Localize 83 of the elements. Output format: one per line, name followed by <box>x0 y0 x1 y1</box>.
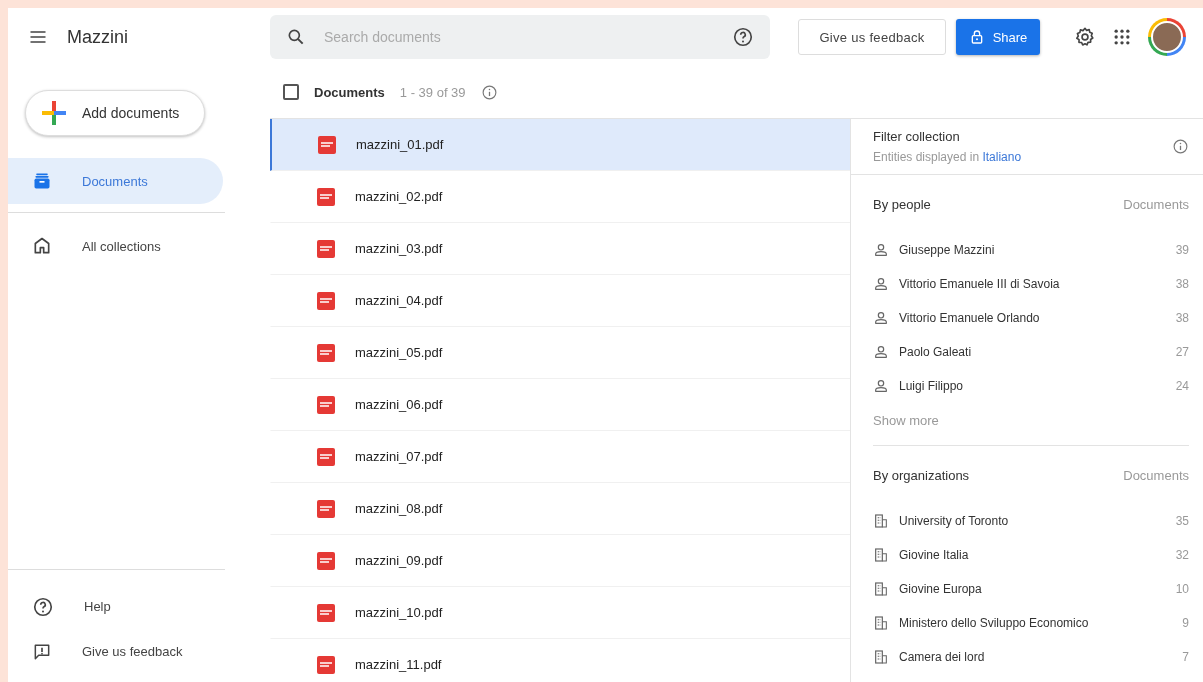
entity-name[interactable]: Giuseppe Mazzini <box>899 243 1166 257</box>
apps-grid-icon[interactable] <box>1112 27 1132 47</box>
document-count: 9 <box>1182 616 1189 630</box>
pdf-file-icon <box>317 187 335 206</box>
document-row[interactable]: mazzini_08.pdf <box>270 483 850 535</box>
document-count: 35 <box>1175 514 1189 528</box>
app-title: Mazzini <box>67 26 128 48</box>
document-count: 32 <box>1175 548 1189 562</box>
person-icon <box>873 378 889 394</box>
pdf-file-icon <box>317 395 335 414</box>
add-documents-button[interactable]: Add documents <box>25 90 205 136</box>
building-icon <box>873 513 889 529</box>
sidebar-item[interactable]: All collections <box>8 223 198 269</box>
entity-name[interactable]: Paolo Galeati <box>899 345 1166 359</box>
document-row[interactable]: mazzini_02.pdf <box>270 171 850 223</box>
column-label: Documents <box>1123 196 1189 212</box>
document-row[interactable]: mazzini_01.pdf <box>270 119 850 171</box>
avatar[interactable] <box>1148 18 1186 56</box>
entity-name[interactable]: Giovine Europa <box>899 582 1166 596</box>
document-count: 7 <box>1182 650 1189 664</box>
entity-name[interactable]: Luigi Filippo <box>899 379 1166 393</box>
sidebar-link[interactable]: Help <box>8 584 225 629</box>
document-row[interactable]: mazzini_07.pdf <box>270 431 850 483</box>
person-icon <box>873 310 889 326</box>
pdf-file-icon <box>317 655 335 674</box>
pdf-file-icon <box>317 499 335 518</box>
pdf-file-icon <box>317 551 335 570</box>
info-icon[interactable] <box>1172 138 1189 155</box>
pdf-file-icon <box>318 135 336 154</box>
document-row[interactable]: mazzini_06.pdf <box>270 379 850 431</box>
document-count: 27 <box>1175 345 1189 359</box>
entity-name[interactable]: Ministero dello Sviluppo Economico <box>899 616 1173 630</box>
search-input[interactable]: Search documents <box>322 28 716 46</box>
document-count: 1 - 39 of 39 <box>399 84 466 100</box>
building-icon <box>873 615 889 631</box>
sidebar-item[interactable]: Documents <box>8 158 223 204</box>
section-title: By organizations <box>873 467 970 483</box>
entity-name[interactable]: University of Toronto <box>899 514 1166 528</box>
building-icon <box>873 547 889 563</box>
search-field[interactable]: Search documents <box>270 15 770 59</box>
select-all-checkbox[interactable] <box>283 84 299 100</box>
entity-name[interactable]: Camera dei lord <box>899 650 1173 664</box>
document-row[interactable]: mazzini_05.pdf <box>270 327 850 379</box>
document-count: 39 <box>1175 243 1189 257</box>
panel-subtitle: Entities displayed in Italiano <box>873 150 1022 164</box>
entity-name[interactable]: Vittorio Emanuele Orlando <box>899 311 1166 325</box>
language-link[interactable]: Italiano <box>982 150 1022 164</box>
document-row[interactable]: mazzini_11.pdf <box>270 639 850 682</box>
document-row[interactable]: mazzini_03.pdf <box>270 223 850 275</box>
column-label: Documents <box>1123 467 1189 483</box>
pdf-file-icon <box>317 447 335 466</box>
info-icon[interactable] <box>480 83 498 101</box>
feedback-button[interactable]: Give us feedback <box>798 19 946 55</box>
section-title: By people <box>873 196 931 212</box>
document-row[interactable]: mazzini_10.pdf <box>270 587 850 639</box>
entity-name[interactable]: Giovine Italia <box>899 548 1166 562</box>
panel-title: Filter collection <box>873 129 961 144</box>
share-button[interactable]: Share <box>956 19 1040 55</box>
search-icon <box>286 27 306 47</box>
document-count: 38 <box>1175 277 1189 291</box>
entity-name[interactable]: Vittorio Emanuele III di Savoia <box>899 277 1166 291</box>
document-count: 10 <box>1175 582 1189 596</box>
plus-icon <box>40 99 68 127</box>
document-count: 24 <box>1175 379 1189 393</box>
archive-box-icon <box>32 171 52 191</box>
pdf-file-icon <box>317 239 335 258</box>
person-icon <box>873 242 889 258</box>
document-count: 38 <box>1175 311 1189 325</box>
document-row[interactable]: mazzini_09.pdf <box>270 535 850 587</box>
help-icon[interactable] <box>732 26 754 48</box>
pdf-file-icon <box>317 291 335 310</box>
person-icon <box>873 344 889 360</box>
help-icon <box>32 595 54 618</box>
person-icon <box>873 276 889 292</box>
building-icon <box>873 649 889 665</box>
pdf-file-icon <box>317 603 335 622</box>
sidebar-link[interactable]: Give us feedback <box>8 629 225 674</box>
document-row[interactable]: mazzini_04.pdf <box>270 275 850 327</box>
list-title: Documents <box>314 84 385 100</box>
pdf-file-icon <box>317 343 335 362</box>
settings-icon[interactable] <box>1074 26 1096 48</box>
home-icon <box>32 236 52 256</box>
building-icon <box>873 581 889 597</box>
